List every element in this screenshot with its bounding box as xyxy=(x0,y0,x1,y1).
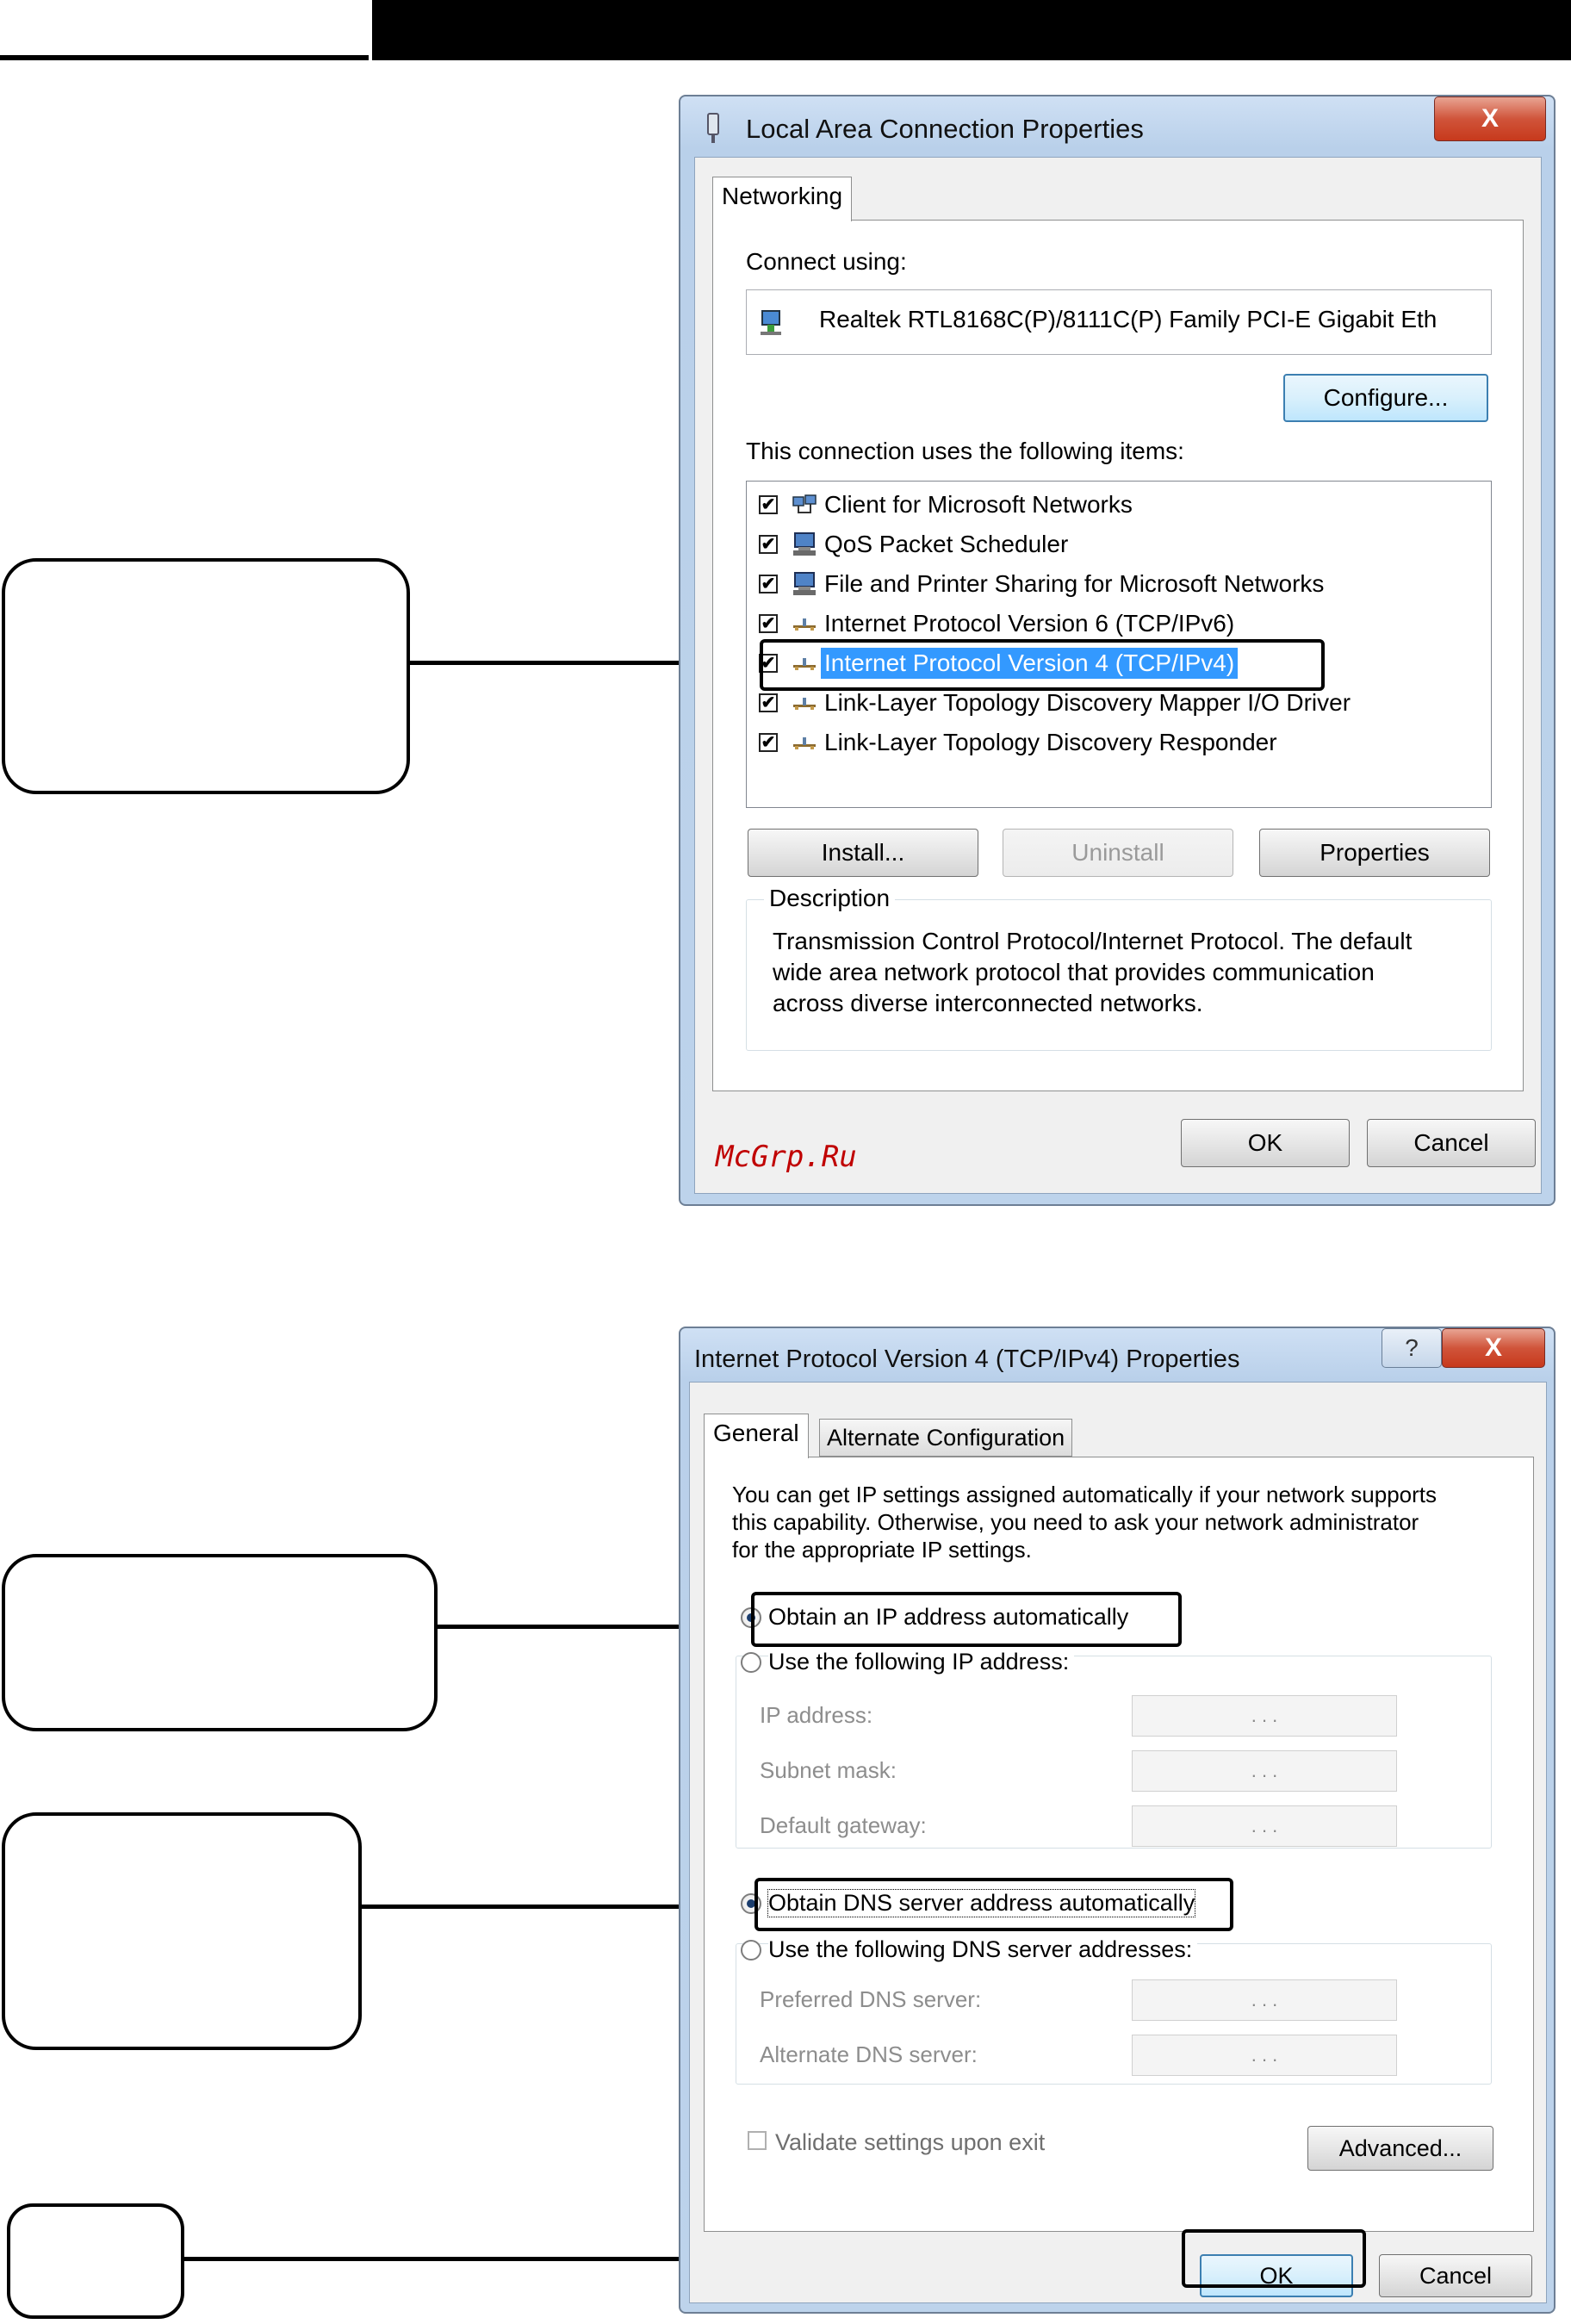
description-line-1: Transmission Control Protocol/Internet P… xyxy=(773,928,1413,954)
help-icon: ? xyxy=(1405,1334,1419,1361)
dialog1-title: Local Area Connection Properties xyxy=(746,114,1144,144)
configure-button[interactable]: Configure... xyxy=(1283,374,1488,422)
tab-networking-label: Networking xyxy=(722,183,843,209)
component-label: QoS Packet Scheduler xyxy=(824,531,1069,557)
header-left-strip xyxy=(0,0,369,60)
items-label: This connection uses the following items… xyxy=(746,438,1184,464)
install-button[interactable]: Install... xyxy=(748,829,978,877)
component-label: Internet Protocol Version 6 (TCP/IPv6) xyxy=(824,610,1235,637)
alternate-dns-label: Alternate DNS server: xyxy=(760,2041,978,2067)
alternate-dns-field[interactable]: . . . xyxy=(1132,2035,1397,2076)
subnet-mask-label: Subnet mask: xyxy=(760,1757,897,1783)
use-following-ip-radio[interactable] xyxy=(741,1652,761,1673)
validate-label: Validate settings upon exit xyxy=(775,2129,1046,2155)
intro-line-3: for the appropriate IP settings. xyxy=(732,1537,1032,1563)
tab-general-label: General xyxy=(713,1420,799,1446)
obtain-ip-highlight xyxy=(751,1592,1182,1647)
help-button[interactable]: ? xyxy=(1382,1328,1442,1368)
component-checkbox[interactable]: ✔ xyxy=(759,614,778,633)
obtain-dns-highlight xyxy=(754,1878,1233,1931)
dialog1-cancel-button[interactable]: Cancel xyxy=(1367,1119,1536,1167)
uninstall-button[interactable]: Uninstall xyxy=(1003,829,1233,877)
preferred-dns-field[interactable]: . . . xyxy=(1132,1979,1397,2021)
properties-button[interactable]: Properties xyxy=(1259,829,1490,877)
callout-box-1 xyxy=(2,558,410,794)
ipv4-properties-dialog: Internet Protocol Version 4 (TCP/IPv4) P… xyxy=(679,1327,1555,2314)
dialog2-cancel-button[interactable]: Cancel xyxy=(1379,2254,1532,2297)
callout-box-3 xyxy=(2,1812,362,2050)
callout-box-2 xyxy=(2,1554,438,1731)
adapter-field: Realtek RTL8168C(P)/8111C(P) Family PCI-… xyxy=(746,289,1492,355)
protocol-icon xyxy=(792,615,817,632)
tab-alternate-label: Alternate Configuration xyxy=(827,1425,1065,1451)
default-gateway-label: Default gateway: xyxy=(760,1812,927,1838)
dialog2-close-button[interactable]: X xyxy=(1442,1328,1545,1368)
close-icon: X xyxy=(1484,1333,1502,1362)
intro-line-1: You can get IP settings assigned automat… xyxy=(732,1482,1437,1507)
use-following-dns-radio[interactable] xyxy=(741,1940,761,1960)
component-checkbox[interactable]: ✔ xyxy=(759,575,778,593)
alternate-dns-dots: . . . xyxy=(1251,2044,1278,2066)
component-checkbox[interactable]: ✔ xyxy=(759,733,778,752)
dialog2-face: General Alternate Configuration You can … xyxy=(689,1382,1547,2303)
dialog1-ok-button[interactable]: OK xyxy=(1181,1119,1350,1167)
description-line-2: wide area network protocol that provides… xyxy=(773,959,1375,985)
description-label: Description xyxy=(764,885,896,912)
component-label: Link-Layer Topology Discovery Mapper I/O… xyxy=(824,689,1351,716)
component-list-item[interactable]: ✔ File and Printer Sharing for Microsoft … xyxy=(759,566,1327,602)
use-following-ip-label[interactable]: Use the following IP address: xyxy=(768,1649,1075,1675)
ip-address-dots: . . . xyxy=(1251,1705,1278,1726)
computer-service-icon xyxy=(792,531,817,557)
component-list-item[interactable]: ✔ Client for Microsoft Networks xyxy=(759,487,1136,523)
component-label: Link-Layer Topology Discovery Responder xyxy=(824,729,1277,755)
description-groupbox: Description Transmission Control Protoco… xyxy=(746,885,1492,1051)
close-icon: X xyxy=(1481,104,1499,133)
protocol-icon xyxy=(792,694,817,711)
advanced-button[interactable]: Advanced... xyxy=(1307,2126,1493,2171)
ip-address-label: IP address: xyxy=(760,1702,873,1728)
preferred-dns-dots: . . . xyxy=(1251,1989,1278,2010)
component-checkbox[interactable]: ✔ xyxy=(759,693,778,712)
component-label: File and Printer Sharing for Microsoft N… xyxy=(824,570,1325,597)
general-tab-page: You can get IP settings assigned automat… xyxy=(704,1457,1534,2232)
validate-checkbox[interactable] xyxy=(748,2131,767,2150)
computer-service-icon xyxy=(792,571,817,597)
component-checkbox[interactable]: ✔ xyxy=(759,535,778,554)
default-gateway-dots: . . . xyxy=(1251,1815,1278,1836)
intro-line-2: this capability. Otherwise, you need to … xyxy=(732,1509,1419,1535)
ipv4-highlight xyxy=(760,639,1325,691)
callout-box-4 xyxy=(7,2203,184,2319)
dialog1-close-button[interactable]: X xyxy=(1434,96,1546,141)
subnet-mask-dots: . . . xyxy=(1251,1760,1278,1781)
protocol-icon xyxy=(792,734,817,751)
component-list-item[interactable]: ✔ QoS Packet Scheduler xyxy=(759,526,1071,562)
dialog2-title: Internet Protocol Version 4 (TCP/IPv4) P… xyxy=(694,1345,1240,1373)
network-client-icon xyxy=(792,494,817,516)
network-card-icon xyxy=(759,306,790,337)
header-bar xyxy=(369,0,1571,60)
preferred-dns-label: Preferred DNS server: xyxy=(760,1986,982,2012)
adapter-name: Realtek RTL8168C(P)/8111C(P) Family PCI-… xyxy=(819,306,1437,332)
tab-networking[interactable]: Networking xyxy=(712,177,853,221)
connect-using-label: Connect using: xyxy=(746,248,907,275)
ip-address-field[interactable]: . . . xyxy=(1132,1695,1397,1737)
ok-button-highlight xyxy=(1182,2229,1366,2288)
component-label: Client for Microsoft Networks xyxy=(824,491,1133,518)
component-list-item[interactable]: ✔ Link-Layer Topology Discovery Responder xyxy=(759,724,1281,761)
use-following-dns-label[interactable]: Use the following DNS server addresses: xyxy=(768,1936,1198,1963)
tab-general[interactable]: General xyxy=(704,1414,809,1458)
component-checkbox[interactable]: ✔ xyxy=(759,495,778,514)
network-adapter-icon xyxy=(705,112,722,145)
description-line-3: across diverse interconnected networks. xyxy=(773,990,1203,1016)
component-list-item[interactable]: ✔ Internet Protocol Version 6 (TCP/IPv6) xyxy=(759,606,1238,642)
default-gateway-field[interactable]: . . . xyxy=(1132,1805,1397,1847)
tab-alternate-configuration[interactable]: Alternate Configuration xyxy=(819,1419,1073,1457)
watermark: McGrp.Ru xyxy=(716,1140,857,1174)
subnet-mask-field[interactable]: . . . xyxy=(1132,1750,1397,1792)
